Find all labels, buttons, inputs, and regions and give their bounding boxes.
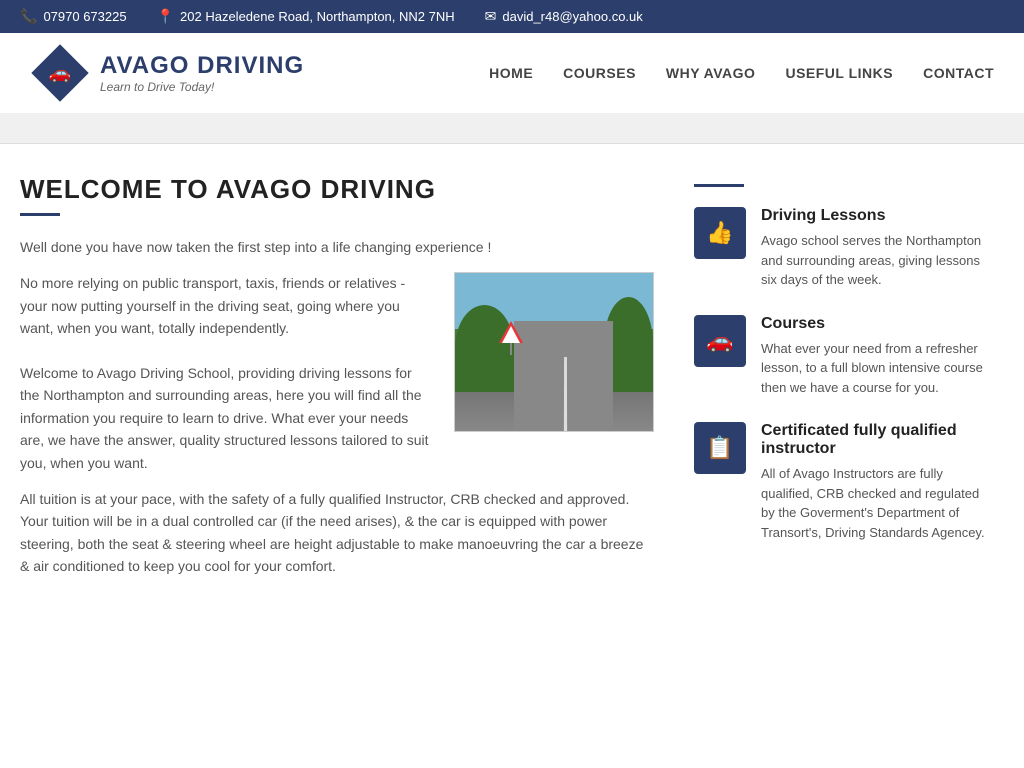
feature-instructor: 📋 Certificated fully qualified instructo… [694,422,994,542]
logo-text: AVAGO DRIVING Learn to Drive Today! [100,52,304,94]
svg-text:🚗: 🚗 [49,63,71,83]
address-item: 📍 202 Hazeledene Road, Northampton, NN2 … [157,8,455,25]
nav-courses[interactable]: COURSES [563,65,636,81]
page-title: WELCOME TO AVAGO DRIVING [20,174,654,205]
feature-courses: 🚗 Courses What ever your need from a ref… [694,315,994,398]
road-image [454,272,654,432]
nav-why-avago[interactable]: WHY AVAGO [666,65,756,81]
instructor-title: Certificated fully qualified instructor [761,422,994,458]
feature-driving-lessons: 👍 Driving Lessons Avago school serves th… [694,207,994,290]
courses-desc: What ever your need from a refresher les… [761,339,994,398]
courses-title: Courses [761,315,994,333]
intro-paragraph: Well done you have now taken the first s… [20,236,654,258]
email-icon: ✉ [485,8,497,25]
right-column: 👍 Driving Lessons Avago school serves th… [694,174,994,577]
instructor-content: Certificated fully qualified instructor … [761,422,994,542]
top-bar: 📞 07970 673225 📍 202 Hazeledene Road, No… [0,0,1024,33]
instructor-icon-box: 📋 [694,422,746,474]
logo-area: 🚗 AVAGO DRIVING Learn to Drive Today! [30,43,304,103]
logo-icon: 🚗 [30,43,90,103]
content-with-image: No more relying on public transport, tax… [20,272,654,474]
sign-triangle [499,321,523,343]
right-top-line [694,184,744,187]
address-text: 202 Hazeledene Road, Northampton, NN2 7N… [180,9,455,24]
para1: No more relying on public transport, tax… [20,272,434,339]
location-icon: 📍 [157,8,174,25]
nav-useful-links[interactable]: USEFUL LINKS [785,65,893,81]
road-image-inner [455,273,653,431]
road [514,321,613,432]
courses-icon-box: 🚗 [694,315,746,367]
main-content: WELCOME TO AVAGO DRIVING Well done you h… [0,144,1024,607]
certificate-icon: 📋 [706,435,733,461]
car-icon: 🚗 [706,328,733,354]
title-underline [20,213,60,216]
logo-title: AVAGO DRIVING [100,52,304,80]
instructor-desc: All of Avago Instructors are fully quali… [761,464,994,542]
driving-lessons-desc: Avago school serves the Northampton and … [761,231,994,290]
road-sign [499,321,524,346]
email-item: ✉ david_r48@yahoo.co.uk [485,8,643,25]
para3: All tuition is at your pace, with the sa… [20,488,654,578]
para2: Welcome to Avago Driving School, providi… [20,362,434,474]
courses-content: Courses What ever your need from a refre… [761,315,994,398]
logo-subtitle: Learn to Drive Today! [100,80,304,94]
phone-icon: 📞 [20,8,37,25]
left-column: WELCOME TO AVAGO DRIVING Well done you h… [20,174,654,577]
road-line [564,357,567,432]
email-text: david_r48@yahoo.co.uk [502,9,642,24]
thumbsup-icon: 👍 [706,220,733,246]
trees-left [455,305,514,392]
header: 🚗 AVAGO DRIVING Learn to Drive Today! HO… [0,33,1024,114]
phone-number: 07970 673225 [43,9,126,24]
left-text-block: No more relying on public transport, tax… [20,272,434,474]
phone-item: 📞 07970 673225 [20,8,127,25]
driving-lessons-icon-box: 👍 [694,207,746,259]
driving-lessons-content: Driving Lessons Avago school serves the … [761,207,994,290]
main-nav: HOME COURSES WHY AVAGO USEFUL LINKS CONT… [489,65,994,81]
gray-divider [0,114,1024,144]
nav-contact[interactable]: CONTACT [923,65,994,81]
driving-lessons-title: Driving Lessons [761,207,994,225]
sign-post [510,343,512,355]
nav-home[interactable]: HOME [489,65,533,81]
